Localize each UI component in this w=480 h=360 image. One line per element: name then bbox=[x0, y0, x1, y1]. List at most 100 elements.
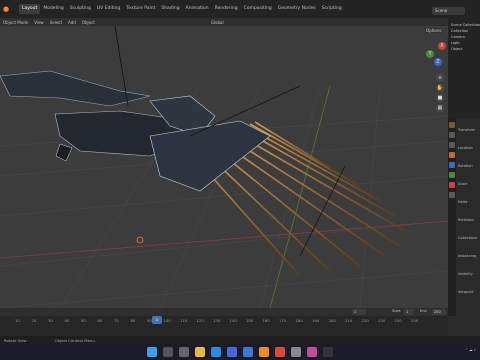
timeline-header: 1 Start 1 End 250 bbox=[0, 308, 448, 316]
scene-selector[interactable]: Scene bbox=[432, 7, 465, 15]
frame-tick-label: 120 bbox=[196, 318, 204, 323]
property-label: Relations bbox=[458, 218, 475, 222]
output-icon[interactable] bbox=[449, 142, 455, 148]
physics-icon[interactable] bbox=[449, 182, 455, 188]
frame-tick-label: 50 bbox=[81, 318, 86, 323]
object-icon[interactable] bbox=[449, 152, 455, 158]
frame-tick-label: 200 bbox=[328, 318, 336, 323]
options-button[interactable]: Options bbox=[424, 28, 444, 33]
properties-tabs bbox=[448, 118, 456, 316]
workspace-tab-sculpting[interactable]: Sculpting bbox=[67, 4, 94, 14]
start-frame-field[interactable]: 1 bbox=[404, 309, 414, 315]
blender-icon[interactable] bbox=[259, 347, 269, 357]
frame-tick-label: 170 bbox=[279, 318, 287, 323]
media-icon[interactable] bbox=[307, 347, 317, 357]
workspace-tab-layout[interactable]: Layout bbox=[19, 4, 41, 14]
workspace-tab-shading[interactable]: Shading bbox=[158, 4, 182, 14]
frame-tick-label: 210 bbox=[345, 318, 353, 323]
3d-viewport[interactable]: Options X Y Z + ✋ ■ ▦ bbox=[0, 26, 448, 308]
frame-tick-label: 10 bbox=[15, 318, 20, 323]
frame-tick-label: 160 bbox=[262, 318, 270, 323]
settings-icon[interactable] bbox=[291, 347, 301, 357]
frame-tick-label: 250 bbox=[411, 318, 419, 323]
end-frame-field[interactable]: 250 bbox=[432, 309, 446, 315]
particles-icon[interactable] bbox=[449, 172, 455, 178]
menu-select[interactable]: Select bbox=[47, 20, 65, 25]
frame-tick-label: 40 bbox=[64, 318, 70, 323]
orientation-selector[interactable]: Global bbox=[208, 20, 227, 25]
modifier-icon[interactable] bbox=[449, 162, 455, 168]
top-menu-bar: ● ‌ LayoutModelingSculptingUV EditingTex… bbox=[0, 0, 480, 18]
search-icon[interactable] bbox=[163, 347, 173, 357]
property-label: Instancing bbox=[458, 254, 477, 258]
status-left: Rotate View bbox=[4, 337, 27, 343]
edge-icon[interactable] bbox=[211, 347, 221, 357]
status-bar: Rotate View Object Context Menu bbox=[0, 336, 480, 344]
menu-add[interactable]: Add bbox=[65, 20, 79, 25]
axis-gizmo-x[interactable]: X bbox=[438, 42, 446, 50]
property-label: Scale bbox=[458, 182, 468, 186]
system-tray[interactable]: ⌃ ☁ ♪ bbox=[465, 348, 476, 352]
axis-gizmo-y[interactable]: Y bbox=[426, 50, 434, 58]
frame-tick-label: 140 bbox=[229, 318, 237, 323]
frame-tick-label: 100 bbox=[163, 318, 171, 323]
zoom-icon[interactable]: + bbox=[436, 74, 444, 82]
frame-tick-label: 240 bbox=[394, 318, 402, 323]
windows-icon[interactable] bbox=[147, 347, 157, 357]
frame-tick-label: 150 bbox=[246, 318, 254, 323]
property-label: Transform bbox=[458, 128, 476, 132]
frame-tick-label: 220 bbox=[361, 318, 369, 323]
menu-view[interactable]: View bbox=[31, 20, 47, 25]
constraints-icon[interactable] bbox=[449, 192, 455, 198]
frame-tick-label: 60 bbox=[97, 318, 103, 323]
workspace-tab-modeling[interactable]: Modeling bbox=[40, 4, 66, 14]
mode-selector[interactable]: Object Mode bbox=[0, 20, 31, 25]
grid-view-icon[interactable]: ▦ bbox=[436, 104, 444, 112]
property-label: Location bbox=[458, 146, 473, 150]
timeline[interactable]: 1 Start 1 End 250 10 20 30 40 50 60 70 80 90 100 1… bbox=[0, 308, 448, 336]
render-icon[interactable] bbox=[449, 132, 455, 138]
workspace-tab-compositing[interactable]: Compositing bbox=[241, 4, 275, 14]
chrome-icon[interactable] bbox=[275, 347, 285, 357]
terminal-icon[interactable] bbox=[323, 347, 333, 357]
workspace-tab-animation[interactable]: Animation bbox=[183, 4, 212, 14]
frame-tick-label: 30 bbox=[48, 318, 53, 323]
camera-view-icon[interactable]: ■ bbox=[436, 94, 444, 102]
tool-icon[interactable] bbox=[449, 122, 455, 128]
mail-icon[interactable] bbox=[243, 347, 253, 357]
frame-ruler[interactable]: 10 20 30 40 50 60 70 80 90 100 110 120 130 140 150 160 1… bbox=[0, 318, 448, 326]
bird-model bbox=[0, 26, 406, 277]
property-label: Delta bbox=[458, 200, 468, 204]
workspace-tab-scripting[interactable]: Scripting bbox=[319, 4, 345, 14]
property-label: Visibility bbox=[458, 272, 473, 276]
frame-tick-label: 190 bbox=[312, 318, 320, 323]
frame-tick-label: 20 bbox=[31, 318, 37, 323]
frame-tick-label: 230 bbox=[378, 318, 386, 323]
frame-tick-label: 110 bbox=[180, 318, 188, 323]
explorer-icon[interactable] bbox=[195, 347, 205, 357]
blender-logo-icon[interactable]: ● bbox=[3, 5, 11, 13]
workspace-tab-rendering[interactable]: Rendering bbox=[212, 4, 241, 14]
start-label: Start bbox=[392, 309, 401, 313]
workspace-tab-uv-editing[interactable]: UV Editing bbox=[94, 4, 123, 14]
property-label: Viewport bbox=[458, 290, 474, 294]
frame-tick-label: 80 bbox=[130, 318, 136, 323]
outliner-row[interactable]: Object bbox=[448, 46, 480, 52]
store-icon[interactable] bbox=[227, 347, 237, 357]
viewport-header: Object Mode View Select Add Object Globa… bbox=[0, 18, 448, 26]
taskview-icon[interactable] bbox=[179, 347, 189, 357]
menu-object[interactable]: Object bbox=[79, 20, 98, 25]
current-frame-field[interactable]: 1 bbox=[352, 309, 366, 315]
end-label: End bbox=[420, 309, 427, 313]
pan-icon[interactable]: ✋ bbox=[436, 84, 444, 92]
playhead[interactable]: 1 bbox=[152, 316, 162, 324]
status-right: Object Context Menu bbox=[54, 337, 95, 343]
frame-tick-label: 130 bbox=[213, 318, 221, 323]
property-label: Rotation bbox=[458, 164, 473, 168]
3d-cursor bbox=[136, 236, 144, 244]
viewport-scene[interactable] bbox=[0, 26, 448, 308]
axis-gizmo-z[interactable]: Z bbox=[434, 58, 442, 66]
workspace-tab-geometry-nodes[interactable]: Geometry Nodes bbox=[275, 4, 319, 14]
frame-tick-label: 180 bbox=[295, 318, 303, 323]
workspace-tab-texture-paint[interactable]: Texture Paint bbox=[123, 4, 158, 14]
